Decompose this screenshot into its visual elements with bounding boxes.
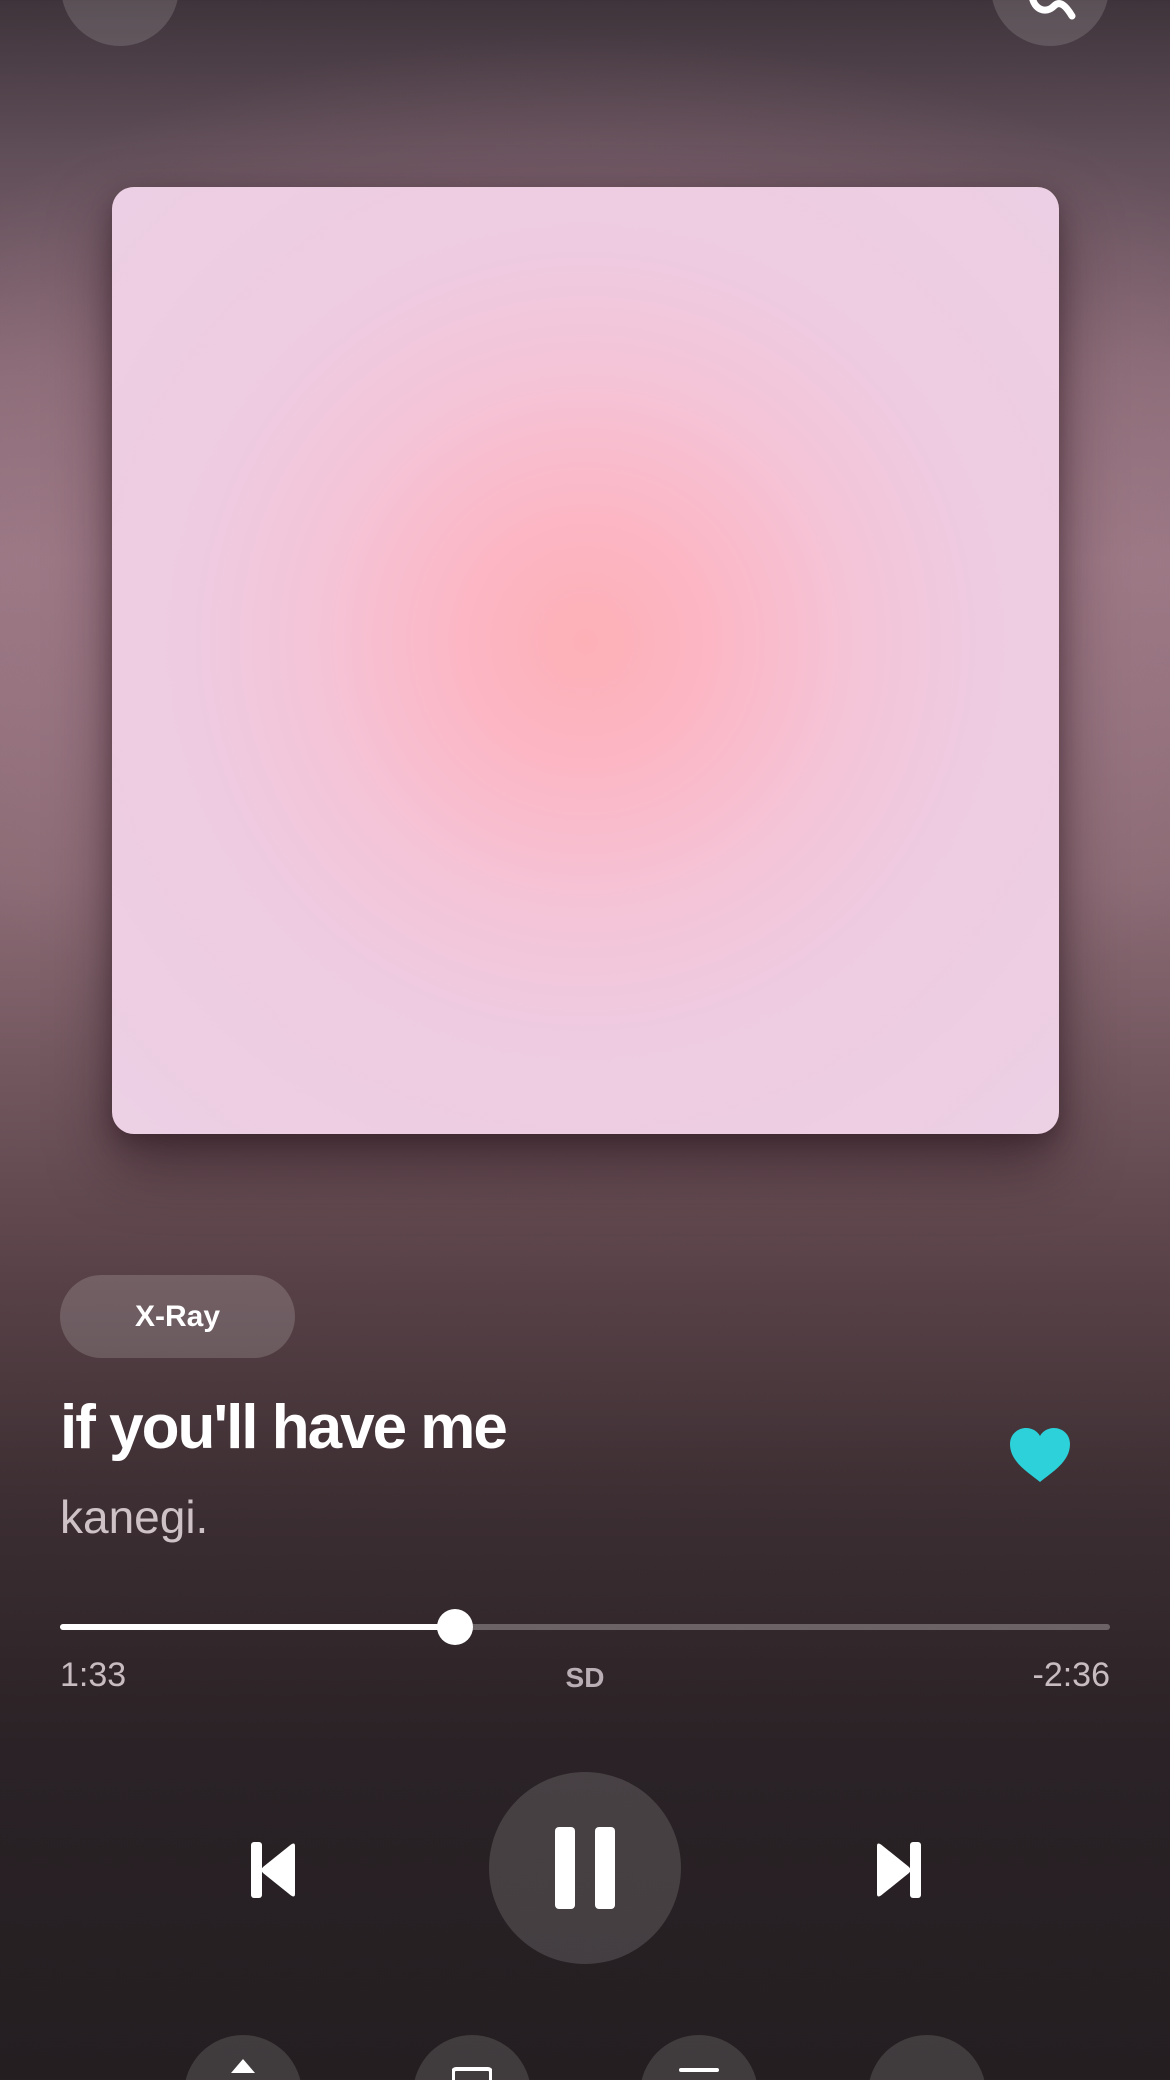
share-button[interactable] — [184, 2035, 302, 2080]
next-track-button[interactable] — [858, 1830, 938, 1910]
collapse-button[interactable] — [61, 0, 179, 46]
pause-icon — [555, 1827, 615, 1909]
heart-icon — [1010, 1428, 1070, 1482]
lyrics-button[interactable] — [413, 2035, 531, 2080]
share-icon — [231, 2059, 255, 2073]
like-button[interactable] — [1000, 1420, 1080, 1490]
xray-label: X-Ray — [134, 1299, 221, 1333]
skip-previous-icon — [251, 1842, 295, 1898]
track-title: if you'll have me — [60, 1393, 508, 1462]
more-options-button[interactable] — [991, 0, 1109, 46]
previous-track-button[interactable] — [234, 1830, 314, 1910]
progress-thumb[interactable] — [436, 1609, 473, 1645]
xray-button[interactable]: X-Ray — [60, 1275, 295, 1358]
audio-quality-badge[interactable]: SD — [545, 1662, 625, 1694]
elapsed-time: 1:33 — [60, 1656, 127, 1694]
cast-button[interactable] — [868, 2035, 986, 2080]
progress-fill — [60, 1624, 455, 1630]
progress-slider[interactable] — [60, 1609, 1110, 1645]
track-artist[interactable]: kanegi. — [60, 1490, 208, 1544]
album-artwork — [112, 187, 1059, 1134]
pause-button[interactable] — [489, 1772, 681, 1964]
remaining-time: -2:36 — [1032, 1656, 1111, 1694]
lyrics-icon — [452, 2067, 492, 2080]
skip-next-icon — [877, 1842, 921, 1898]
queue-icon — [679, 2068, 719, 2072]
more-icon — [1029, 0, 1076, 20]
queue-button[interactable] — [640, 2035, 758, 2080]
